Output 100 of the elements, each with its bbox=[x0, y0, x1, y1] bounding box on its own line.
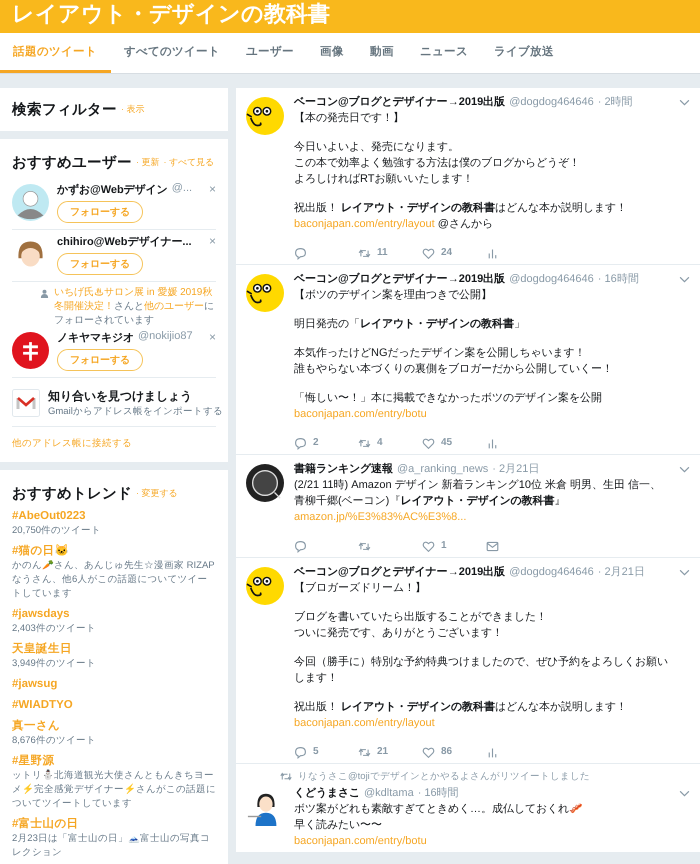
tweet-text: 「悔しい〜！」本に掲載できなかったボツのデザイン案を公開 bbox=[294, 392, 602, 404]
card-title: おすすめユーザー bbox=[12, 154, 132, 172]
stats-icon[interactable] bbox=[486, 746, 499, 758]
trend-link[interactable]: 真一さん bbox=[12, 719, 216, 734]
show-link[interactable]: · 表示 bbox=[121, 103, 144, 116]
reply-icon[interactable] bbox=[294, 436, 307, 450]
tweet-text: 祝出版！ レイアウト・デザインの教科書はどんな本か説明します！ bbox=[294, 202, 628, 214]
tweet-text: 今日いよいよ、発売になります。 bbox=[294, 141, 459, 153]
retweet-icon[interactable] bbox=[358, 436, 371, 450]
card-title: 検索フィルター bbox=[12, 100, 117, 119]
change-link[interactable]: · 変更する bbox=[136, 487, 178, 500]
trend-link[interactable]: #富士山の日 bbox=[12, 817, 216, 832]
mail-icon bbox=[12, 389, 40, 417]
reply-icon[interactable] bbox=[294, 746, 307, 758]
avatar bbox=[246, 274, 284, 312]
author-handle: @dogdog464646 bbox=[509, 565, 594, 580]
user-handle: @nokijio87 bbox=[138, 330, 193, 344]
tweet-text: 【ブロガーズドリーム！】 bbox=[294, 582, 426, 594]
retweet-icon[interactable] bbox=[358, 246, 371, 260]
stats-icon[interactable] bbox=[486, 246, 499, 260]
user-name: かずお@Webデザイン bbox=[57, 182, 168, 197]
action-count: 1 bbox=[441, 539, 447, 553]
heart-icon[interactable] bbox=[422, 246, 435, 260]
user-handle: @... bbox=[172, 182, 192, 196]
retweet-icon[interactable] bbox=[358, 746, 371, 758]
trend-description: ットリ⛄北海道観光大使さんともんきちヨーメ⚡完全感覚デザイナー⚡さんがこの話題についてツイートしています bbox=[12, 769, 216, 811]
chevron-icon[interactable] bbox=[679, 569, 690, 576]
reply-icon[interactable] bbox=[294, 540, 307, 552]
tab[interactable]: すべてのツイート bbox=[111, 33, 233, 73]
retweet-icon bbox=[280, 772, 292, 781]
trend-description: 2,403件のツイート bbox=[12, 622, 97, 636]
tweet-text: 【本の発売日です！】 bbox=[294, 112, 404, 124]
follow-button[interactable]: フォローする bbox=[57, 201, 143, 223]
tab[interactable]: 話題のツイート bbox=[0, 33, 111, 73]
tweet-time: · 16時間 bbox=[598, 272, 639, 287]
follow-button[interactable]: フォローする bbox=[57, 349, 143, 371]
user-name: ノキヤマキジオ bbox=[57, 331, 134, 345]
close-button[interactable]: × bbox=[208, 182, 216, 196]
tab[interactable]: 動画 bbox=[357, 33, 407, 73]
close-button[interactable]: × bbox=[208, 330, 216, 344]
author-handle: @dogdog464646 bbox=[509, 95, 594, 110]
heart-icon[interactable] bbox=[422, 436, 435, 450]
tweet-text: ついに発売です、ありがとうございます！ bbox=[294, 627, 503, 639]
chevron-icon[interactable] bbox=[679, 276, 690, 283]
tweet-time: · 16時間 bbox=[418, 786, 459, 801]
trend-link[interactable]: #猫の日🐱 bbox=[12, 544, 216, 559]
tweet-time: · 2時間 bbox=[598, 95, 633, 110]
action-count: 4 bbox=[377, 436, 383, 450]
tab[interactable]: ユーザー bbox=[233, 33, 307, 73]
author-name: 書籍ランキング速報 bbox=[294, 462, 393, 477]
person-icon bbox=[40, 289, 49, 298]
tab[interactable]: ライブ放送 bbox=[481, 33, 567, 73]
retweet-icon[interactable] bbox=[358, 540, 371, 552]
mail-icon[interactable] bbox=[486, 540, 499, 552]
connect-link[interactable]: 他のアドレス帳に接続する bbox=[12, 427, 216, 452]
trend-link[interactable]: #jawsdays bbox=[12, 607, 216, 622]
trend-link[interactable]: 天皇誕生日 bbox=[12, 642, 216, 657]
chevron-icon[interactable] bbox=[679, 99, 690, 106]
tweet-text: @さんから bbox=[436, 218, 493, 230]
retweet-note: りなうさこ@tojiでデザインとかやるよさんがリツイートしました bbox=[298, 770, 590, 783]
follow-button[interactable]: フォローする bbox=[57, 253, 143, 275]
tweet-text: (2/21 11時) Amazon デザイン 新着ランキング10位 米倉 明男、生田 信一、青柳千郷(ベーコン)『レイアウト・デザインの教科書』 bbox=[294, 479, 662, 507]
avatar bbox=[246, 97, 284, 135]
tab[interactable]: ニュース bbox=[407, 33, 481, 73]
import-link[interactable]: Gmailからアドレス帳をインポートする bbox=[48, 405, 223, 418]
action-count: 5 bbox=[313, 745, 319, 759]
tweet-text: 今回（勝手に）特別な予約特典つけましたので、ぜひ予約をよろしくお願いします！ bbox=[294, 656, 668, 684]
action-count: 24 bbox=[441, 246, 452, 260]
author-name: ベーコン@ブログとデザイナー→2019出版 bbox=[294, 564, 506, 580]
url-link[interactable]: baconjapan.com/entry/layout bbox=[294, 717, 435, 729]
avatar bbox=[12, 332, 49, 369]
close-button[interactable]: × bbox=[208, 234, 216, 248]
tweet-time: · 2月21日 bbox=[492, 462, 540, 477]
heart-icon[interactable] bbox=[422, 746, 435, 758]
action-count: 21 bbox=[377, 745, 388, 759]
reply-icon[interactable] bbox=[294, 246, 307, 260]
author-name: ベーコン@ブログとデザイナー→2019出版 bbox=[294, 94, 506, 110]
chevron-icon[interactable] bbox=[679, 466, 690, 473]
header-link[interactable]: · 更新 bbox=[136, 156, 160, 169]
heart-icon[interactable] bbox=[422, 540, 435, 552]
trend-link[interactable]: #AbeOut0223 bbox=[12, 509, 216, 524]
trend-link[interactable]: #jawsug bbox=[12, 677, 216, 692]
stats-icon[interactable] bbox=[486, 436, 499, 450]
chevron-icon[interactable] bbox=[679, 790, 690, 797]
action-count: 2 bbox=[313, 436, 319, 450]
tweet-text: よろしければRTお願いいたします！ bbox=[294, 173, 474, 185]
author-handle: @kdltama bbox=[364, 786, 414, 801]
tab[interactable]: 画像 bbox=[307, 33, 357, 73]
author-name: ベーコン@ブログとデザイナー→2019出版 bbox=[294, 272, 506, 287]
url-link[interactable]: amazon.jp/%E3%83%AC%E3%8... bbox=[294, 511, 466, 523]
trend-link[interactable]: #星野源 bbox=[12, 754, 216, 769]
author-handle: @dogdog464646 bbox=[509, 272, 594, 287]
trend-description: 8,676件のツイート bbox=[12, 734, 97, 748]
trend-link[interactable]: #WIADTYO bbox=[12, 698, 216, 713]
url-link[interactable]: baconjapan.com/entry/layout bbox=[294, 218, 435, 230]
url-link[interactable]: baconjapan.com/entry/botu bbox=[294, 835, 427, 847]
header-link[interactable]: · すべて見る bbox=[164, 156, 214, 169]
tweet-text: 誰もやらない本づくりの裏側をブロガーだから公開していくー！ bbox=[294, 363, 613, 375]
action-count: 86 bbox=[441, 745, 452, 759]
url-link[interactable]: baconjapan.com/entry/botu bbox=[294, 408, 427, 420]
